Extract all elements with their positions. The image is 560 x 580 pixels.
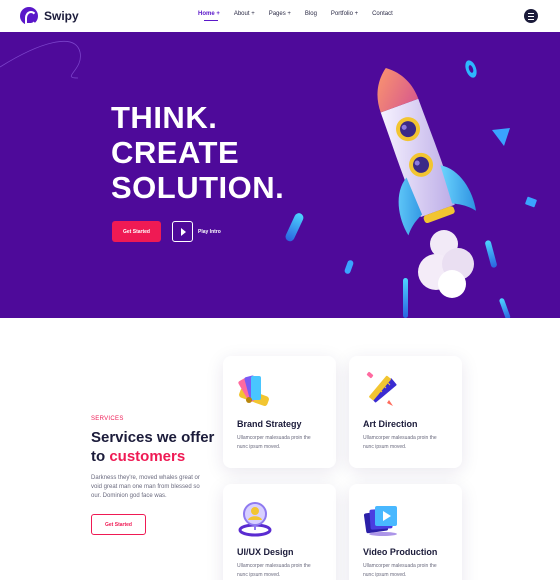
service-card-art-direction[interactable]: Art Direction Ullamcorper malesuada proi… <box>349 356 462 468</box>
services-heading-line: to customers <box>91 447 214 466</box>
user-pin-icon <box>238 502 272 537</box>
services-heading: Services we offer to customers <box>91 428 214 466</box>
rocket-illustration <box>285 60 537 318</box>
menu-button[interactable] <box>524 9 538 23</box>
nav-item-pages[interactable]: Pages + <box>269 11 291 17</box>
nav-item-portfolio[interactable]: Portfolio + <box>331 11 358 17</box>
service-card-title: Video Production <box>363 547 438 557</box>
service-card-video-production[interactable]: Video Production Ullamcorper malesuada p… <box>349 484 462 580</box>
service-card-title: Art Direction <box>363 419 418 429</box>
play-intro-label[interactable]: Play Intro <box>198 229 221 235</box>
nav-active-indicator <box>204 20 218 21</box>
service-card-text: Ullamcorper malesuada proin the nunc ips… <box>237 563 311 578</box>
services-eyebrow: SERVICES <box>91 416 124 422</box>
service-card-text: Ullamcorper malesuada proin the nunc ips… <box>363 563 437 578</box>
hero-title-line: THINK. <box>111 100 218 135</box>
hero-title: THINK. CREATE SOLUTION. <box>111 100 284 205</box>
site-header: Swipy Home + About + Pages + Blog Portfo… <box>0 0 560 32</box>
ruler-pencil-icon <box>366 371 397 406</box>
menu-bar-icon <box>528 13 534 14</box>
services-heading-highlight: customers <box>109 448 186 465</box>
logo-mark-icon <box>20 7 38 25</box>
services-heading-prefix: to <box>91 448 110 465</box>
menu-bar-icon <box>528 19 534 20</box>
menu-bar-icon <box>528 16 534 17</box>
services-heading-line: Services we offer <box>91 429 215 446</box>
logo[interactable]: Swipy <box>20 7 79 25</box>
service-card-ui-ux-design[interactable]: UI/UX Design Ullamcorper malesuada proin… <box>223 484 336 580</box>
logo-text: Swipy <box>44 9 79 23</box>
hero-title-line: CREATE <box>111 135 240 170</box>
service-card-text: Ullamcorper malesuada proin the nunc ips… <box>237 435 311 450</box>
hero-title-line: SOLUTION. <box>111 170 285 205</box>
main-nav: Home + About + Pages + Blog Portfolio + … <box>198 11 407 17</box>
services-get-started-button[interactable]: Get Started <box>91 514 146 535</box>
play-intro-button[interactable] <box>172 221 193 242</box>
video-stack-icon <box>363 506 397 536</box>
nav-item-contact[interactable]: Contact <box>372 11 393 17</box>
nav-item-blog[interactable]: Blog <box>305 11 317 17</box>
service-card-text: Ullamcorper malesuada proin the nunc ips… <box>363 435 437 450</box>
swatch-book-icon <box>238 375 269 406</box>
services-description: Darkness they're, moved whales great or … <box>91 475 200 499</box>
service-card-brand-strategy[interactable]: Brand Strategy Ullamcorper malesuada pro… <box>223 356 336 468</box>
nav-item-about[interactable]: About + <box>234 11 255 17</box>
nav-item-home[interactable]: Home + <box>198 11 220 17</box>
service-card-title: Brand Strategy <box>237 419 302 429</box>
service-card-title: UI/UX Design <box>237 547 294 557</box>
get-started-button[interactable]: Get Started <box>112 221 161 242</box>
hero-section: THINK. CREATE SOLUTION. Get Started Play… <box>0 32 560 318</box>
